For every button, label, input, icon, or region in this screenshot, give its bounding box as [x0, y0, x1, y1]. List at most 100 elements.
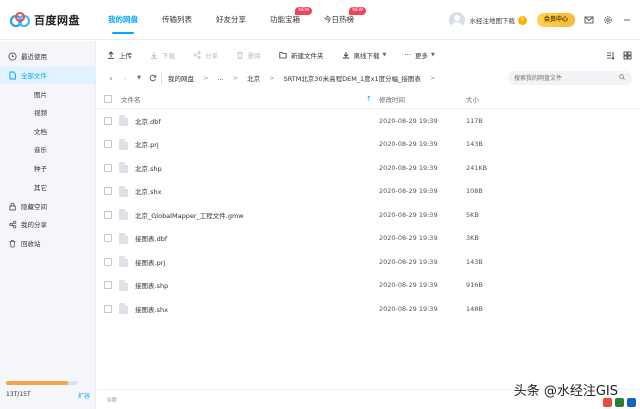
new-folder-button[interactable]: 新建文件夹	[279, 50, 324, 60]
nav-transfer-list[interactable]: 传输列表	[162, 0, 192, 40]
sidebar-item-documents[interactable]: 文档	[0, 122, 96, 140]
table-row[interactable]: 接图表.dbf 2020-08-29 19:39 3KB	[97, 227, 640, 251]
offline-download-button[interactable]: 离线下载 ▼	[342, 50, 386, 60]
file-name[interactable]: 接图表.prj	[135, 257, 165, 267]
upload-button[interactable]: 上传	[107, 50, 132, 60]
sidebar-item-images[interactable]: 图片	[0, 85, 96, 103]
select-all-checkbox[interactable]	[104, 94, 112, 103]
offline-download-icon	[342, 52, 349, 59]
search-input[interactable]	[508, 71, 632, 85]
table-row[interactable]: 北京_GlobalMapper_工程文件.gmw 2020-08-29 19:39…	[97, 203, 640, 227]
row-checkbox[interactable]	[104, 187, 112, 196]
more-button[interactable]: ··· 更多 ▼	[404, 50, 435, 60]
history-dropdown-icon[interactable]: ▼	[135, 75, 143, 81]
sidebar-item-hidden-space[interactable]: 隐藏空间	[0, 197, 96, 215]
file-name[interactable]: 北京_GlobalMapper_工程文件.gmw	[135, 210, 244, 220]
app-logo[interactable]: 百度网盘	[10, 10, 80, 30]
table-row[interactable]: 北京.dbf 2020-08-29 19:39 117B	[97, 109, 640, 133]
grid-view-icon[interactable]	[623, 51, 632, 60]
quota-fill	[6, 381, 69, 385]
file-name[interactable]: 接图表.shx	[135, 304, 168, 314]
file-name[interactable]: 北京.prj	[135, 139, 159, 149]
mail-icon[interactable]	[584, 15, 594, 25]
sidebar-item-torrents[interactable]: 种子	[0, 159, 96, 177]
chevron-down-icon: ▼	[431, 52, 435, 58]
toolbar: 上传 下载 分享 删除 新建文件夹 离线下载 ▼ ··· 更多 ▼	[97, 41, 640, 69]
file-name[interactable]: 北京.shx	[135, 186, 161, 196]
nav-friend-share[interactable]: 好友分享	[216, 0, 246, 40]
file-type-icon	[119, 256, 128, 267]
share-button[interactable]: 分享	[193, 50, 218, 60]
row-checkbox[interactable]	[104, 257, 112, 266]
download-button[interactable]: 下载	[150, 50, 175, 60]
share-label: 分享	[205, 52, 218, 60]
title-bar: 百度网盘 我的网盘 传输列表 好友分享 功能宝箱 NEW 今日热榜 NEW 水经注地…	[0, 0, 640, 40]
file-modified-time: 2020-08-29 19:39	[379, 140, 438, 149]
table-row[interactable]: 北京.shp 2020-08-29 19:39 241KB	[97, 156, 640, 180]
breadcrumb-separator: >	[232, 74, 239, 82]
file-name[interactable]: 北京.shp	[135, 163, 162, 173]
row-checkbox[interactable]	[104, 281, 112, 290]
nav-hot-list[interactable]: 今日热榜 NEW	[324, 0, 366, 40]
nav-label: 我的网盘	[108, 15, 138, 24]
row-checkbox[interactable]	[104, 163, 112, 172]
breadcrumb-my-drive[interactable]: 我的网盘	[168, 73, 194, 83]
file-name[interactable]: 接图表.shp	[135, 280, 168, 290]
file-name[interactable]: 北京.dbf	[135, 116, 161, 126]
sidebar-item-videos[interactable]: 视频	[0, 103, 96, 121]
main-panel: 上传 下载 分享 删除 新建文件夹 离线下载 ▼ ··· 更多 ▼ ‹ › ▼ …	[97, 41, 640, 409]
new-badge: NEW	[295, 7, 312, 15]
nav-label: 传输列表	[162, 15, 192, 24]
sidebar-item-label: 隐藏空间	[21, 203, 47, 211]
refresh-icon[interactable]	[149, 74, 157, 82]
username[interactable]: 水经注地图下载	[469, 15, 515, 25]
minimize-icon[interactable]	[622, 15, 632, 25]
file-name[interactable]: 接图表.dbf	[135, 233, 167, 243]
nav-label: 今日热榜	[324, 15, 354, 24]
sort-arrow-icon[interactable]: ↑	[366, 95, 372, 103]
app-tray-icon	[615, 398, 624, 407]
row-checkbox[interactable]	[104, 210, 112, 219]
new-badge: NEW	[349, 7, 366, 15]
column-header-name[interactable]: 文件名	[121, 94, 141, 104]
breadcrumb-current[interactable]: SRTM北京30米高程DEM_1度x1度分幅_接图表	[284, 73, 421, 83]
sidebar-item-recent[interactable]: 最近使用	[0, 47, 96, 65]
sidebar-item-recycle-bin[interactable]: 回收站	[0, 234, 96, 252]
sidebar-item-label: 我的分享	[21, 221, 47, 229]
table-row[interactable]: 接图表.shx 2020-08-29 19:39 148B	[97, 297, 640, 321]
file-type-icon	[119, 303, 128, 314]
row-checkbox[interactable]	[104, 234, 112, 243]
table-row[interactable]: 北京.prj 2020-08-29 19:39 143B	[97, 133, 640, 157]
back-icon[interactable]: ‹	[107, 74, 115, 83]
breadcrumb-ellipsis[interactable]: ...	[217, 74, 223, 82]
sidebar-item-label: 文档	[34, 128, 47, 136]
table-row[interactable]: 北京.shx 2020-08-29 19:39 108B	[97, 180, 640, 204]
row-checkbox[interactable]	[104, 116, 112, 125]
sort-icon[interactable]	[606, 51, 615, 60]
delete-button[interactable]: 删除	[236, 50, 261, 60]
breadcrumb-beijing[interactable]: 北京	[247, 73, 260, 83]
file-size: 117B	[466, 116, 483, 125]
member-center-button[interactable]: 会员中心	[536, 13, 575, 27]
nav-my-drive[interactable]: 我的网盘	[108, 0, 138, 40]
sidebar-item-all-files[interactable]: 全部文件	[0, 66, 96, 84]
forward-icon[interactable]: ›	[121, 74, 129, 83]
column-header-time[interactable]: 修改时间	[379, 94, 405, 104]
row-checkbox[interactable]	[104, 140, 112, 149]
vip-level-badge: 5	[517, 15, 527, 25]
column-header-size[interactable]: 大小	[466, 94, 479, 104]
expand-storage-link[interactable]: 扩容	[78, 391, 90, 400]
search-icon[interactable]	[619, 74, 625, 80]
main-nav: 我的网盘 传输列表 好友分享 功能宝箱 NEW 今日热榜 NEW	[108, 0, 378, 40]
gear-icon[interactable]	[603, 15, 613, 25]
sidebar-item-other[interactable]: 其它	[0, 178, 96, 196]
row-checkbox[interactable]	[104, 304, 112, 313]
sidebar-item-music[interactable]: 音乐	[0, 140, 96, 158]
file-type-icon	[119, 209, 128, 220]
sidebar-item-label: 音乐	[34, 146, 47, 154]
table-row[interactable]: 接图表.prj 2020-08-29 19:39 143B	[97, 250, 640, 274]
avatar[interactable]	[449, 12, 466, 28]
table-row[interactable]: 接图表.shp 2020-08-29 19:39 916B	[97, 274, 640, 298]
sidebar-item-my-share[interactable]: 我的分享	[0, 215, 96, 233]
nav-toolbox[interactable]: 功能宝箱 NEW	[270, 0, 312, 40]
